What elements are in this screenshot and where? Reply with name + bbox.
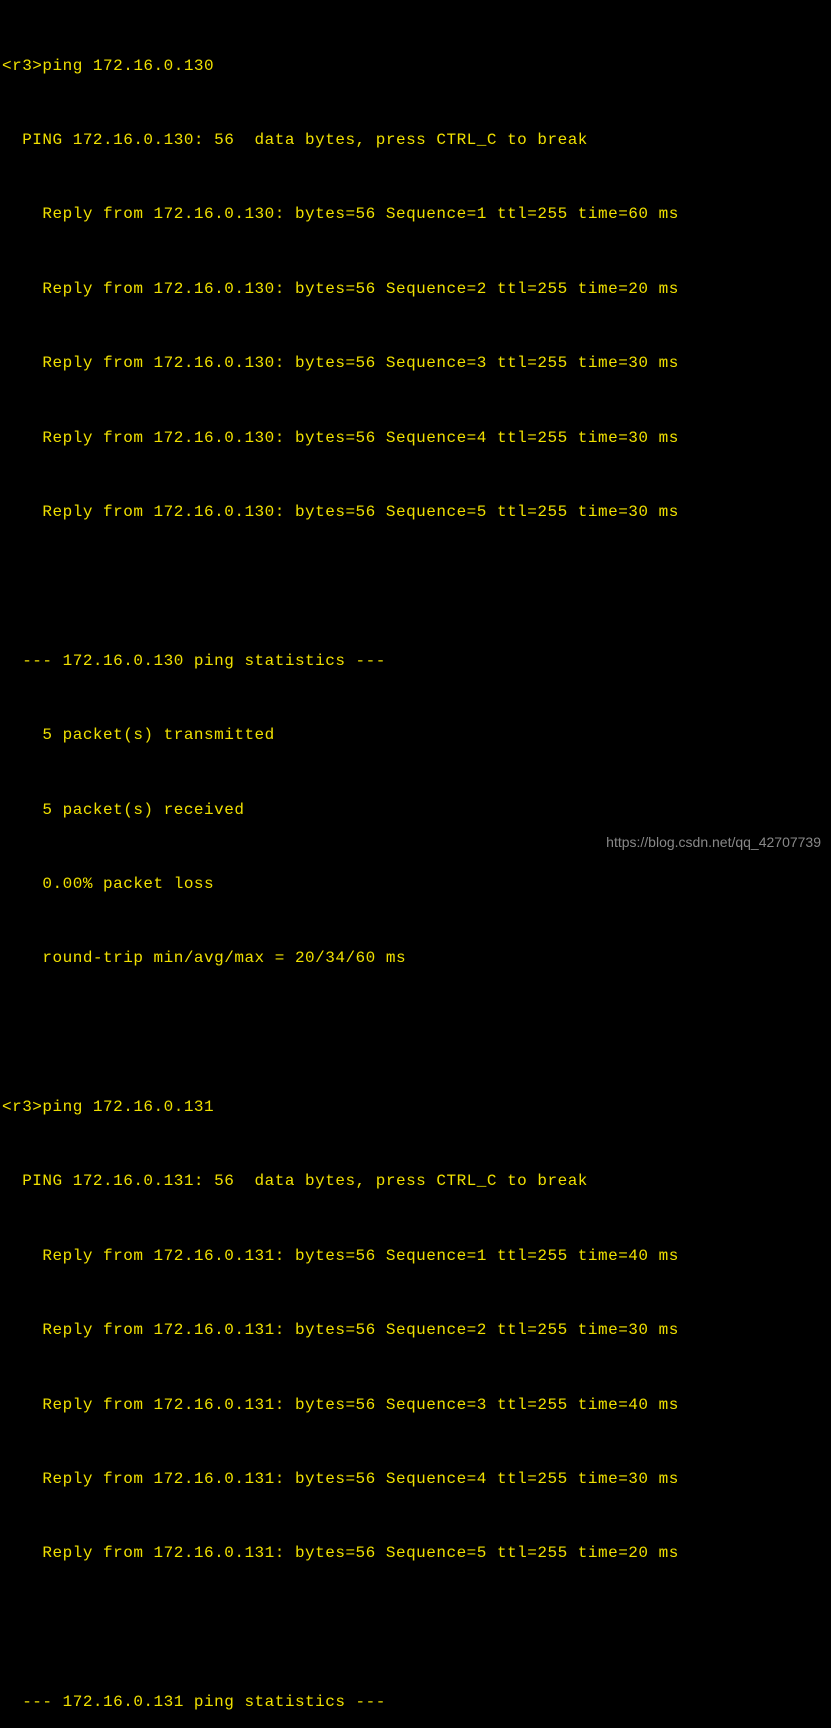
stats-line: 5 packet(s) received [2,798,829,823]
ping-reply: Reply from 172.16.0.130: bytes=56 Sequen… [2,426,829,451]
command-prompt: <r3>ping 172.16.0.130 [2,54,829,79]
terminal-output: <r3>ping 172.16.0.130 PING 172.16.0.130:… [2,4,829,1728]
ping-header: PING 172.16.0.130: 56 data bytes, press … [2,128,829,153]
command-prompt: <r3>ping 172.16.0.131 [2,1095,829,1120]
ping-reply: Reply from 172.16.0.131: bytes=56 Sequen… [2,1318,829,1343]
ping-reply: Reply from 172.16.0.131: bytes=56 Sequen… [2,1244,829,1269]
stats-line: 0.00% packet loss [2,872,829,897]
stats-header: --- 172.16.0.130 ping statistics --- [2,649,829,674]
watermark-text: https://blog.csdn.net/qq_42707739 [606,832,821,854]
stats-line: 5 packet(s) transmitted [2,723,829,748]
ping-reply: Reply from 172.16.0.131: bytes=56 Sequen… [2,1393,829,1418]
stats-line: round-trip min/avg/max = 20/34/60 ms [2,946,829,971]
ping-reply: Reply from 172.16.0.130: bytes=56 Sequen… [2,351,829,376]
ping-reply: Reply from 172.16.0.131: bytes=56 Sequen… [2,1467,829,1492]
ping-header: PING 172.16.0.131: 56 data bytes, press … [2,1169,829,1194]
blank-line [2,1616,829,1641]
blank-line [2,1021,829,1046]
ping-reply: Reply from 172.16.0.130: bytes=56 Sequen… [2,277,829,302]
ping-reply: Reply from 172.16.0.131: bytes=56 Sequen… [2,1541,829,1566]
blank-line [2,574,829,599]
ping-reply: Reply from 172.16.0.130: bytes=56 Sequen… [2,500,829,525]
ping-reply: Reply from 172.16.0.130: bytes=56 Sequen… [2,202,829,227]
stats-header: --- 172.16.0.131 ping statistics --- [2,1690,829,1715]
